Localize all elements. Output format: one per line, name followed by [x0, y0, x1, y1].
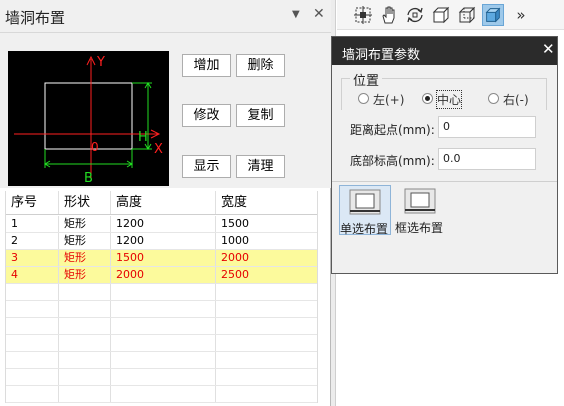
width-dimension-label: B	[84, 171, 93, 186]
empty-table-row	[6, 352, 317, 369]
cell-shape: 矩形	[59, 216, 111, 232]
distance-from-start-label: 距离起点(mm):	[350, 123, 435, 137]
position-left-radio[interactable]: 左(+)	[358, 91, 406, 107]
radio-label: 中心	[435, 90, 463, 109]
rotate-view-icon[interactable]	[404, 4, 426, 26]
wire-box-icon[interactable]	[456, 4, 478, 26]
cell-shape: 矩形	[59, 233, 111, 249]
column-header-height[interactable]: 高度	[111, 191, 216, 214]
position-center-radio[interactable]: 中心	[422, 90, 464, 109]
view-toolbar: »	[337, 0, 564, 30]
radio-dot-selected	[422, 93, 433, 104]
position-group-label: 位置	[350, 70, 383, 89]
empty-table-row	[6, 318, 317, 335]
chevron-more-icon[interactable]: »	[510, 4, 532, 26]
single-place-label: 单选布置	[340, 222, 389, 236]
empty-table-row	[6, 386, 317, 403]
cell-height: 1200	[111, 216, 216, 232]
preview-drawing: Y X 0 B H	[14, 55, 163, 186]
cell-height: 2000	[111, 267, 216, 283]
table-row[interactable]: 4 矩形 2000 2500	[6, 267, 317, 284]
box-place-icon	[404, 188, 436, 214]
cell-width: 1500	[221, 217, 249, 230]
panel-close-icon[interactable]: ✕	[313, 6, 325, 22]
modify-button[interactable]: 修改	[182, 104, 231, 127]
box-view-icon[interactable]	[430, 4, 452, 26]
radio-dot	[488, 93, 499, 104]
empty-table-row	[6, 335, 317, 352]
dialog-title-bar[interactable]: 墙洞布置参数 ✕	[332, 37, 557, 65]
origin-label: 0	[91, 140, 99, 154]
radio-label: 右(-)	[503, 93, 529, 107]
cell-height: 1500	[111, 250, 216, 266]
panel-controls-area: Y X 0 B H 增加 删除 修改 复制 显示 清理	[0, 33, 331, 188]
single-place-button[interactable]: 单选布置	[339, 185, 391, 236]
cell-width: 2000	[221, 251, 249, 264]
dialog-title: 墙洞布置参数	[342, 48, 421, 63]
bottom-elevation-label: 底部标高(mm):	[350, 154, 435, 168]
delete-button[interactable]: 删除	[236, 54, 285, 77]
cell-no: 3	[6, 250, 59, 266]
box-place-label: 框选布置	[395, 221, 444, 235]
show-button[interactable]: 显示	[182, 155, 231, 178]
table-row[interactable]: 1 矩形 1200 1500	[6, 216, 317, 233]
x-axis-label: X	[154, 142, 163, 157]
copy-button[interactable]: 复制	[236, 104, 285, 127]
openings-table: 序号 形状 高度 宽度 1 矩形 1200 1500 2 矩形 1200 100…	[5, 191, 318, 403]
clear-button[interactable]: 清理	[236, 155, 285, 178]
position-right-radio[interactable]: 右(-)	[488, 91, 536, 107]
column-header-no[interactable]: 序号	[6, 191, 59, 214]
cell-shape: 矩形	[59, 267, 111, 283]
bottom-elevation-input[interactable]: 0.0	[438, 148, 536, 170]
cell-height: 1200	[111, 233, 216, 249]
cell-width: 1000	[221, 234, 249, 247]
dialog-close-icon[interactable]: ✕	[542, 40, 555, 58]
grid-select-icon[interactable]	[352, 4, 374, 26]
dialog-separator	[332, 181, 557, 182]
single-place-icon	[349, 189, 381, 215]
radio-dot	[358, 93, 369, 104]
panel-menu-dropdown-icon[interactable]: ▼	[292, 9, 300, 20]
wall-opening-panel: 墙洞布置 ▼ ✕ Y X 0 B H 增加 删除 修改 复制 显示 清理 序号 …	[0, 0, 331, 406]
empty-table-row	[6, 284, 317, 301]
panel-title-bar: 墙洞布置 ▼ ✕	[0, 0, 331, 33]
empty-table-row	[6, 369, 317, 386]
viewport-panel: » 墙洞布置参数 ✕ 位置 左(+) 中心 右(-) 距离起点(mm): 0 底…	[331, 0, 564, 406]
cell-shape: 矩形	[59, 250, 111, 266]
y-axis-label: Y	[96, 55, 105, 70]
add-button[interactable]: 增加	[182, 54, 231, 77]
table-row[interactable]: 3 矩形 1500 2000	[6, 250, 317, 267]
hand-pan-icon[interactable]	[378, 4, 400, 26]
cell-no: 4	[6, 267, 59, 283]
column-header-width[interactable]: 宽度	[216, 191, 317, 214]
cell-no: 2	[6, 233, 59, 249]
opening-params-dialog: 墙洞布置参数 ✕ 位置 左(+) 中心 右(-) 距离起点(mm): 0 底部标…	[331, 36, 558, 274]
opening-shape-preview: Y X 0 B H	[8, 51, 169, 186]
empty-table-row	[6, 301, 317, 318]
column-header-shape[interactable]: 形状	[59, 191, 111, 214]
cell-width: 2500	[221, 268, 249, 281]
cell-no: 1	[6, 216, 59, 232]
opening-rectangle	[44, 82, 133, 150]
height-dimension-label: H	[138, 130, 148, 145]
box-place-button[interactable]: 框选布置	[395, 185, 447, 235]
radio-label: 左(+)	[373, 93, 405, 107]
solid-box-icon[interactable]	[482, 4, 504, 26]
distance-from-start-input[interactable]: 0	[438, 116, 536, 138]
table-row[interactable]: 2 矩形 1200 1000	[6, 233, 317, 250]
table-header-row: 序号 形状 高度 宽度	[6, 191, 317, 215]
panel-title: 墙洞布置	[5, 9, 66, 27]
